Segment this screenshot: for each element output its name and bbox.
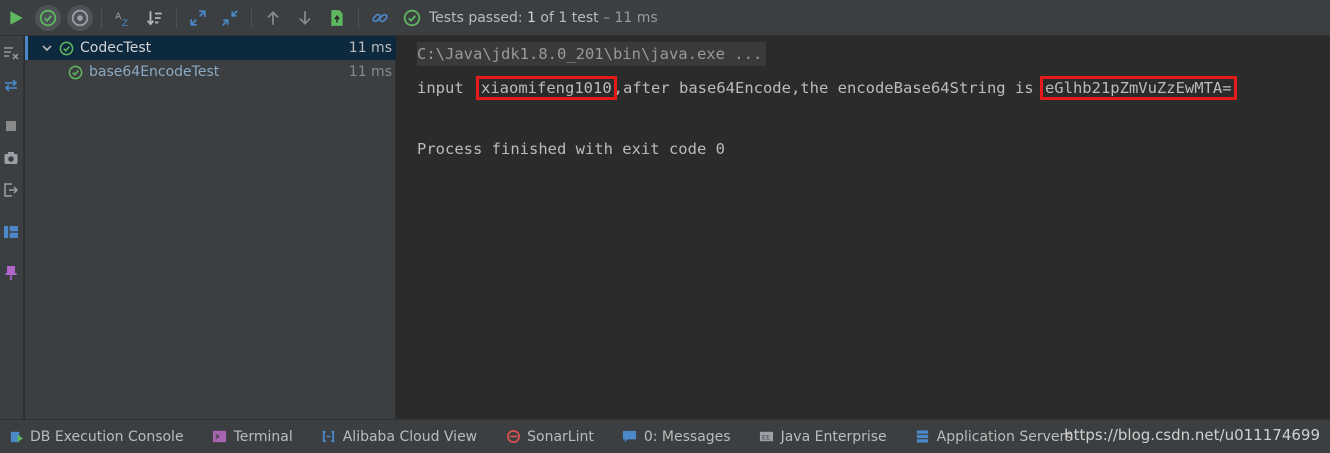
tab-label: DB Execution Console <box>30 428 184 445</box>
check-icon <box>399 5 425 31</box>
app-servers-icon <box>915 429 931 445</box>
output-prefix: input <box>417 79 464 97</box>
camera-icon[interactable] <box>2 149 20 167</box>
test-status: Tests passed: 1 of 1 test – 11 ms <box>429 10 658 26</box>
passed-icon <box>67 64 83 80</box>
status-count: 1 <box>527 9 536 26</box>
status-suffix: of 1 test <box>540 9 599 26</box>
svg-text:Z: Z <box>122 18 128 26</box>
cloud-icon <box>321 429 337 445</box>
tree-item-label: base64EncodeTest <box>89 64 220 80</box>
tab-alibaba-cloud-view[interactable]: Alibaba Cloud View <box>321 429 477 445</box>
tree-item-codectest[interactable]: CodecTest 11 ms <box>25 36 396 60</box>
encoded-value-highlight: eGlhb21pZmVuZzEwMTA= <box>1039 76 1237 100</box>
left-tool-strip <box>0 36 24 419</box>
clear-filter-icon[interactable] <box>2 44 20 62</box>
sort-alpha-icon[interactable]: AZ <box>110 5 136 31</box>
tree-item-time: 11 ms <box>348 40 392 56</box>
toolbar-separator <box>358 7 359 28</box>
passed-icon <box>58 40 74 56</box>
terminal-icon <box>212 429 228 445</box>
console-output: C:\Java\jdk1.8.0_201\bin\java.exe ... in… <box>397 36 1330 419</box>
output-line: input xiaomifeng1010 ,after base64Encode,… <box>417 76 1237 100</box>
db-console-icon <box>8 429 24 445</box>
test-tree: CodecTest 11 ms base64EncodeTest 11 ms <box>25 36 396 419</box>
prev-test-icon[interactable] <box>260 5 286 31</box>
export-icon[interactable] <box>324 5 350 31</box>
show-ignored-icon[interactable] <box>67 4 93 31</box>
toolbar-separator <box>101 7 102 28</box>
rerun-icon[interactable] <box>2 76 20 94</box>
layout-icon[interactable] <box>2 223 20 241</box>
run-icon[interactable] <box>3 5 29 31</box>
tree-item-time: 11 ms <box>348 64 392 80</box>
tab-application-servers[interactable]: Application Servers <box>915 429 1073 445</box>
chevron-down-icon[interactable] <box>40 41 54 55</box>
tab-label: Alibaba Cloud View <box>342 428 478 445</box>
tab-label: 0: Messages <box>643 428 731 445</box>
exit-icon[interactable] <box>2 181 20 199</box>
input-value-highlight: xiaomifeng1010 <box>476 76 617 100</box>
watermark: https://blog.csdn.net/u011174699 <box>1064 426 1320 444</box>
tree-item-label: CodecTest <box>80 40 152 56</box>
tab-label: Application Servers <box>936 428 1073 445</box>
tab-terminal[interactable]: Terminal <box>212 429 293 445</box>
java-enterprise-icon: EE <box>759 429 775 445</box>
tree-item-base64encodetest[interactable]: base64EncodeTest 11 ms <box>25 60 396 84</box>
bottom-toolbar: DB Execution Console Terminal Alibaba Cl… <box>0 419 1330 453</box>
collapse-all-icon[interactable] <box>217 5 243 31</box>
tab-label: Java Enterprise <box>780 428 887 445</box>
messages-icon <box>622 429 638 445</box>
tab-label: Terminal <box>233 428 293 445</box>
tab-java-enterprise[interactable]: EE Java Enterprise <box>759 429 887 445</box>
tab-messages[interactable]: 0: Messages <box>622 429 731 445</box>
pin-icon[interactable] <box>2 264 20 282</box>
expand-all-icon[interactable] <box>185 5 211 31</box>
toolbar-separator <box>251 7 252 28</box>
toolbar-separator <box>176 7 177 28</box>
show-passed-icon[interactable] <box>35 4 61 31</box>
test-runner-toolbar: AZ Tests passed: 1 of 1 test – 11 ms <box>0 0 1330 36</box>
svg-text:EE: EE <box>762 433 770 441</box>
stop-icon[interactable] <box>2 117 20 135</box>
tab-db-execution-console[interactable]: DB Execution Console <box>8 429 184 445</box>
process-finished-line: Process finished with exit code 0 <box>417 140 725 158</box>
tab-sonarlint[interactable]: SonarLint <box>505 429 594 445</box>
status-time: – 11 ms <box>603 9 658 26</box>
sort-duration-icon[interactable] <box>142 5 168 31</box>
command-line: C:\Java\jdk1.8.0_201\bin\java.exe ... <box>417 42 767 66</box>
sonarlint-icon <box>505 429 521 445</box>
next-test-icon[interactable] <box>292 5 318 31</box>
status-prefix: Tests passed: <box>429 9 523 26</box>
output-middle: ,after base64Encode,the encodeBase64Stri… <box>613 79 1034 97</box>
tab-label: SonarLint <box>527 428 594 445</box>
link-icon[interactable] <box>367 5 393 31</box>
